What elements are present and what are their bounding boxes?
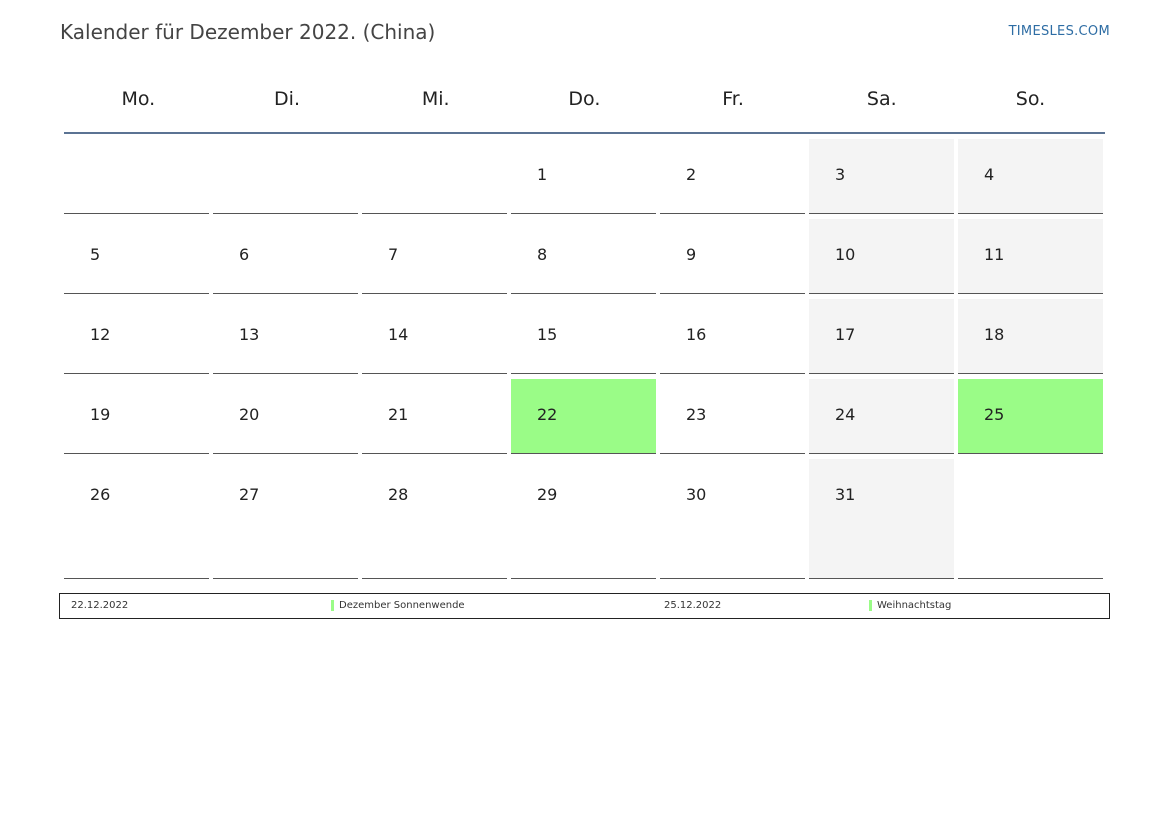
day-number: 26 [90, 485, 111, 504]
day-number: 30 [686, 485, 707, 504]
day-number: 12 [90, 325, 111, 344]
legend-date: 22.12.2022 [71, 600, 129, 611]
day-cell: 12 [64, 299, 209, 374]
legend-holiday-name: Weihnachtstag [877, 600, 952, 611]
day-number: 6 [239, 245, 250, 264]
calendar-week: 12 13 14 15 16 17 18 [64, 299, 1105, 374]
calendar-grid: 1 2 3 4 5 6 7 8 9 10 11 12 13 14 15 16 1… [64, 139, 1105, 584]
day-cell-weekend: 18 [958, 299, 1103, 374]
calendar-week: 26 27 28 29 30 31 [64, 459, 1105, 579]
weekday-header: Mo. Di. Mi. Do. Fr. Sa. So. [64, 80, 1105, 134]
day-number: 23 [686, 405, 707, 424]
day-number: 14 [388, 325, 409, 344]
weekday-tue: Di. [274, 88, 300, 110]
holiday-legend: 22.12.2022 Dezember Sonnenwende 25.12.20… [59, 593, 1110, 619]
day-number: 20 [239, 405, 260, 424]
day-cell: 7 [362, 219, 507, 294]
day-cell [958, 459, 1103, 579]
day-number: 22 [537, 405, 558, 424]
day-number: 21 [388, 405, 409, 424]
day-number: 11 [984, 245, 1005, 264]
day-cell: 14 [362, 299, 507, 374]
day-cell: 26 [64, 459, 209, 579]
day-cell: 20 [213, 379, 358, 454]
day-cell-weekend: 17 [809, 299, 954, 374]
day-cell: 5 [64, 219, 209, 294]
day-number: 5 [90, 245, 101, 264]
day-number: 31 [835, 485, 856, 504]
day-cell: 9 [660, 219, 805, 294]
day-cell [213, 139, 358, 214]
day-cell-weekend: 3 [809, 139, 954, 214]
day-number: 1 [537, 165, 548, 184]
weekday-sat: Sa. [866, 88, 897, 110]
calendar-week: 1 2 3 4 [64, 139, 1105, 214]
day-cell: 28 [362, 459, 507, 579]
day-cell: 27 [213, 459, 358, 579]
day-cell-weekend: 4 [958, 139, 1103, 214]
day-cell [362, 139, 507, 214]
day-cell-weekend: 24 [809, 379, 954, 454]
day-number: 2 [686, 165, 697, 184]
day-cell: 1 [511, 139, 656, 214]
day-number: 3 [835, 165, 846, 184]
day-cell-holiday: 25 [958, 379, 1103, 454]
day-cell: 15 [511, 299, 656, 374]
day-number: 17 [835, 325, 856, 344]
day-cell: 6 [213, 219, 358, 294]
weekday-wed: Mi. [421, 88, 450, 110]
day-cell [64, 139, 209, 214]
day-number: 27 [239, 485, 260, 504]
day-cell: 21 [362, 379, 507, 454]
weekday-mon: Mo. [121, 88, 156, 110]
weekday-thu: Do. [568, 88, 601, 110]
day-cell: 29 [511, 459, 656, 579]
day-cell: 30 [660, 459, 805, 579]
day-cell: 19 [64, 379, 209, 454]
day-number: 10 [835, 245, 856, 264]
legend-color-marker [869, 600, 872, 611]
day-number: 29 [537, 485, 558, 504]
calendar-week: 5 6 7 8 9 10 11 [64, 219, 1105, 294]
day-number: 24 [835, 405, 856, 424]
day-cell-holiday: 22 [511, 379, 656, 454]
weekday-fri: Fr. [722, 88, 744, 110]
day-cell: 2 [660, 139, 805, 214]
weekday-sun: So. [1015, 88, 1046, 110]
day-number: 13 [239, 325, 260, 344]
legend-holiday-name: Dezember Sonnenwende [339, 600, 465, 611]
day-number: 15 [537, 325, 558, 344]
legend-date: 25.12.2022 [664, 600, 722, 611]
day-cell: 8 [511, 219, 656, 294]
day-cell: 16 [660, 299, 805, 374]
day-number: 18 [984, 325, 1005, 344]
day-cell-weekend: 10 [809, 219, 954, 294]
day-number: 19 [90, 405, 111, 424]
day-number: 9 [686, 245, 697, 264]
legend-color-marker [331, 600, 334, 611]
day-cell: 13 [213, 299, 358, 374]
day-number: 7 [388, 245, 399, 264]
day-number: 8 [537, 245, 548, 264]
day-cell-weekend: 11 [958, 219, 1103, 294]
day-number: 16 [686, 325, 707, 344]
day-cell: 23 [660, 379, 805, 454]
day-number: 25 [984, 405, 1005, 424]
day-number: 28 [388, 485, 409, 504]
page-title: Kalender für Dezember 2022. (China) [60, 20, 436, 44]
day-cell-weekend: 31 [809, 459, 954, 579]
calendar-week: 19 20 21 22 23 24 25 [64, 379, 1105, 454]
day-number: 4 [984, 165, 995, 184]
site-link[interactable]: TIMESLES.COM [1009, 24, 1110, 39]
